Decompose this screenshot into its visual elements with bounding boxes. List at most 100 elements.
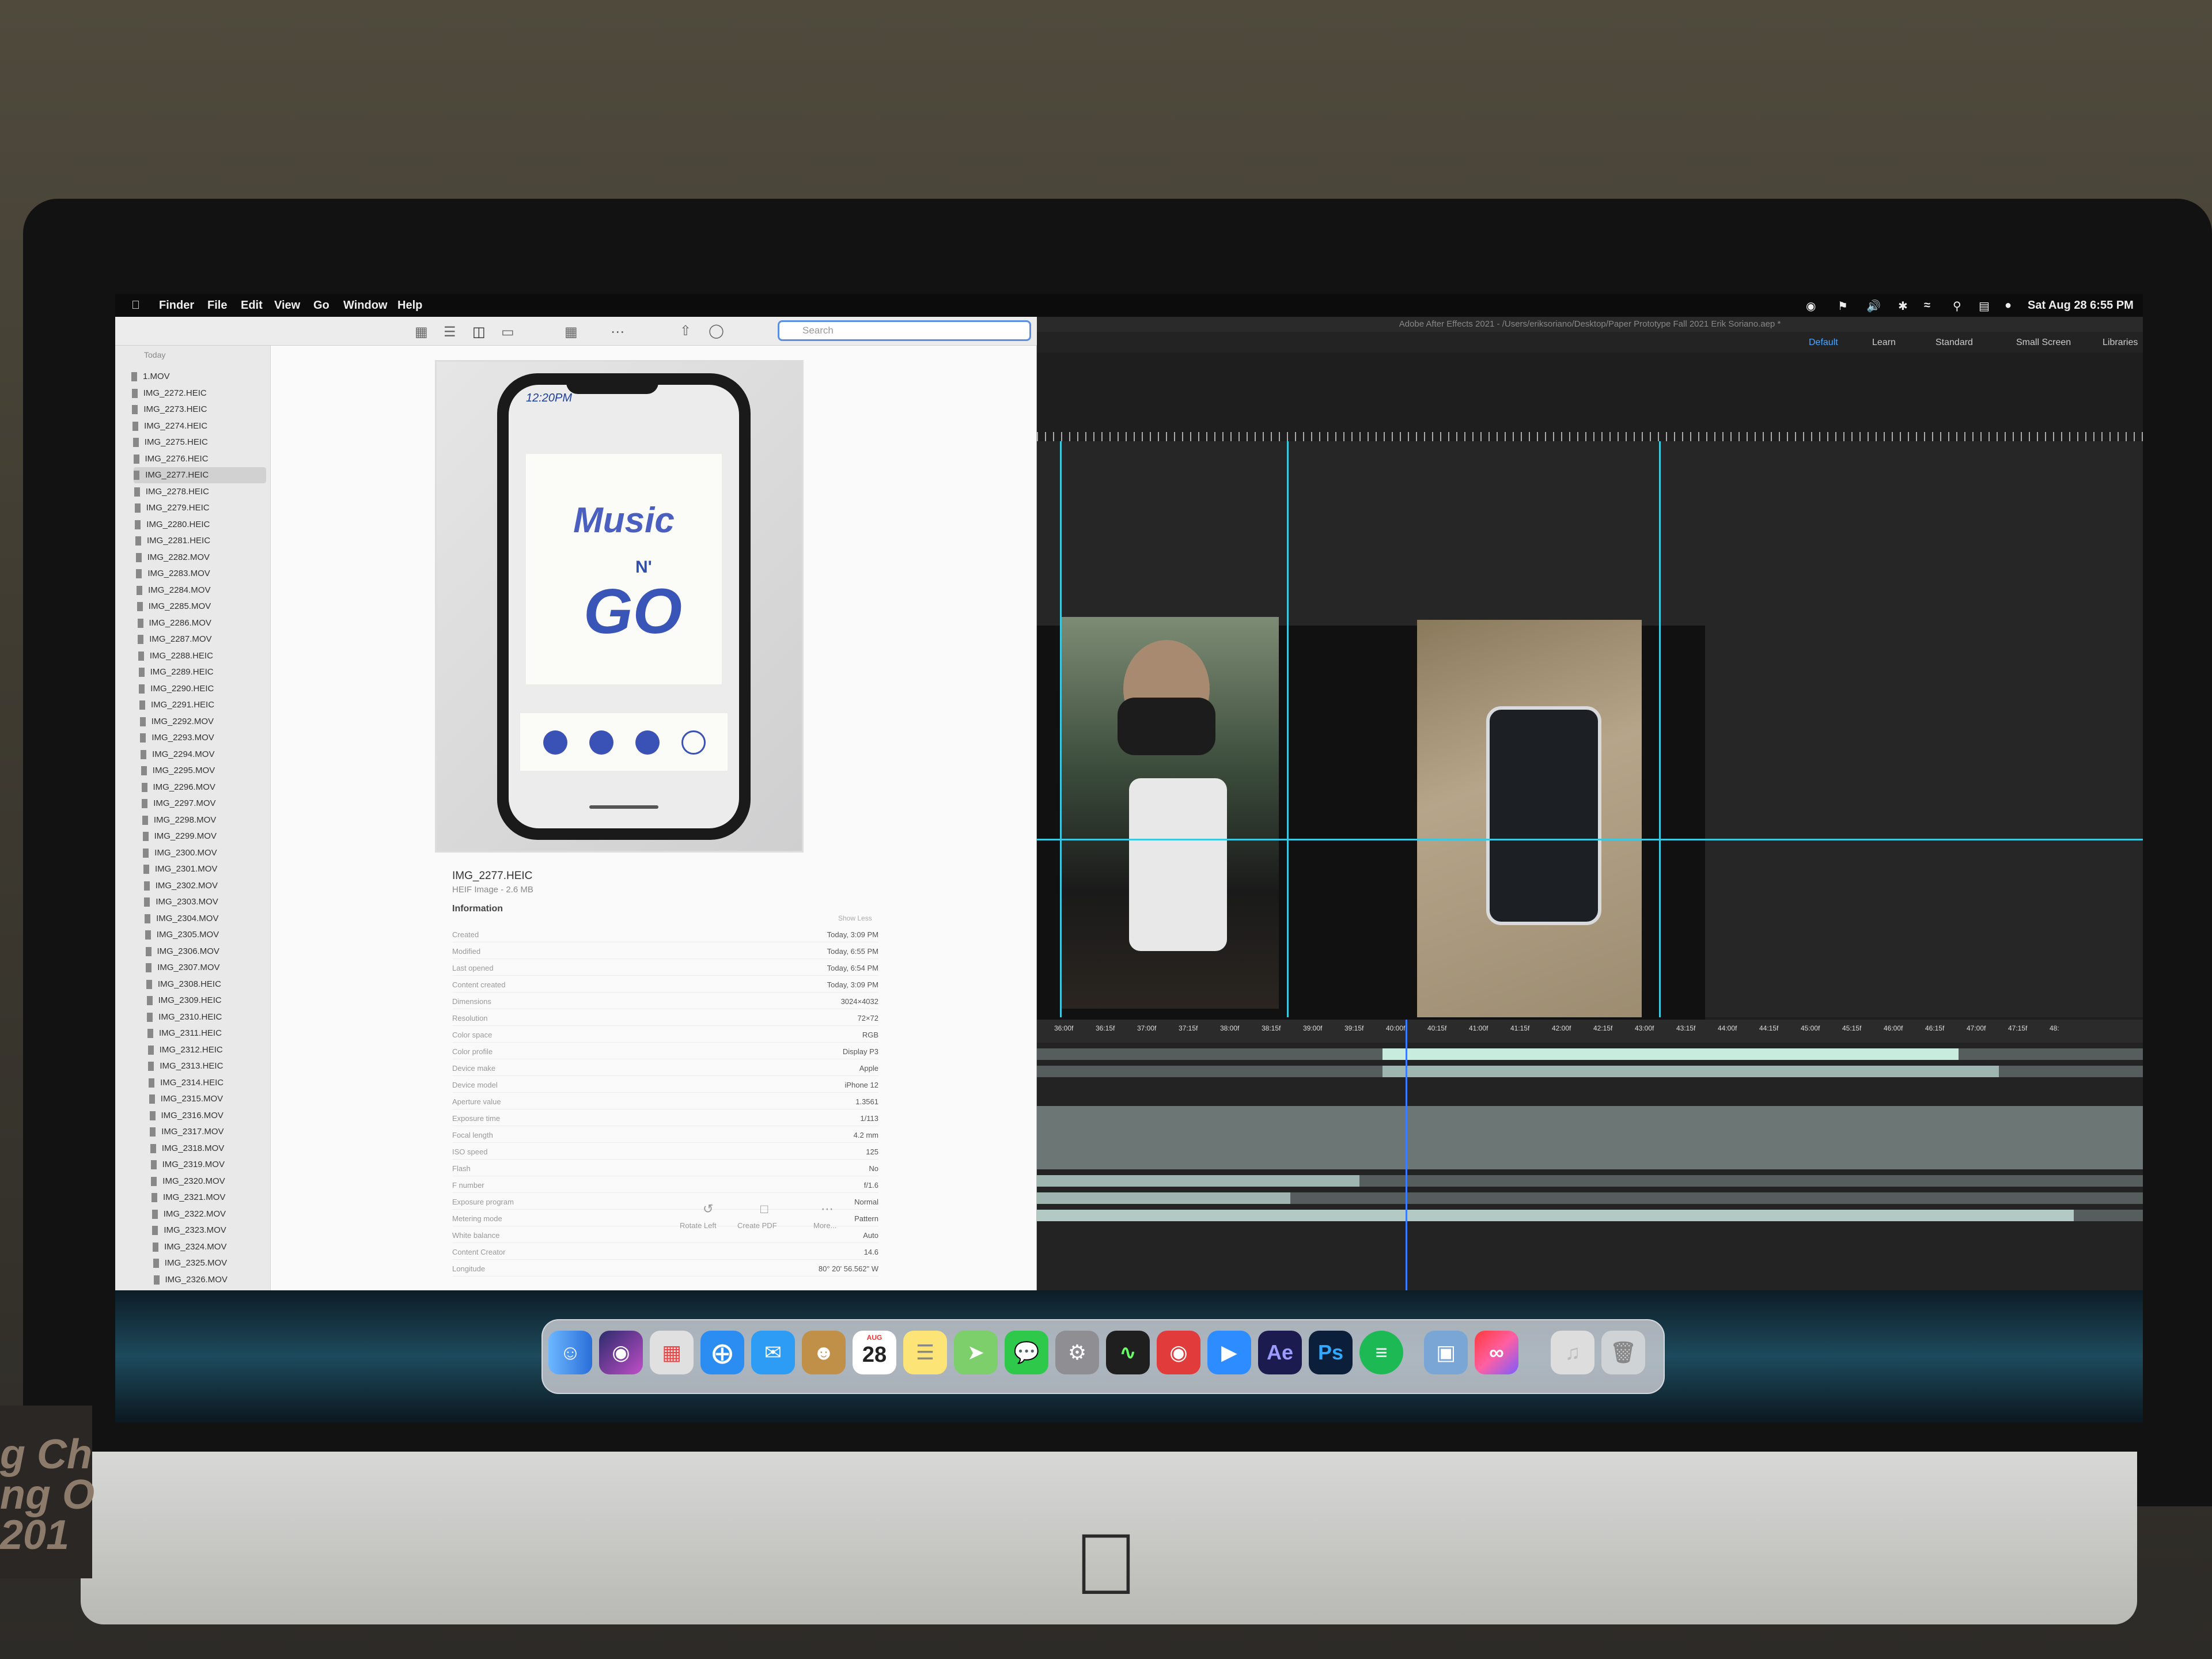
list-view-icon[interactable]: ☰ (444, 324, 456, 340)
file-list-item[interactable]: IMG_2283.MOV (136, 566, 268, 582)
menu-file[interactable]: File (207, 299, 227, 312)
file-list-item[interactable]: IMG_2321.MOV (151, 1190, 284, 1206)
activity-monitor-icon[interactable]: ∿ (1106, 1331, 1150, 1374)
file-list-item[interactable]: IMG_2302.MOV (143, 878, 276, 894)
file-list-item[interactable]: IMG_2281.HEIC (135, 533, 268, 549)
file-list-item[interactable]: IMG_2295.MOV (141, 763, 274, 779)
file-list-item[interactable]: IMG_2314.HEIC (149, 1075, 281, 1091)
layer-bar[interactable] (1037, 1175, 1359, 1187)
music-icon[interactable]: ♫ (1551, 1331, 1594, 1374)
photoshop-icon[interactable]: Ps (1309, 1331, 1353, 1374)
timeline-track[interactable] (1037, 1048, 2143, 1060)
siri-icon[interactable]: ● (2005, 299, 2012, 312)
file-list-item[interactable]: IMG_2274.HEIC (132, 418, 265, 434)
file-list-item[interactable]: IMG_2278.HEIC (134, 484, 267, 500)
file-list-item[interactable]: IMG_2326.MOV (153, 1272, 286, 1288)
volume-icon[interactable]: 🔊 (1866, 299, 1881, 313)
image-preview[interactable]: 12:20PM Music N' GO (435, 360, 804, 853)
creative-cloud-icon[interactable]: ◉ (1806, 299, 1816, 313)
menu-go[interactable]: Go (313, 299, 329, 312)
file-list-item[interactable]: IMG_2294.MOV (141, 747, 273, 763)
messages-icon[interactable]: 💬 (1005, 1331, 1048, 1374)
file-list-item[interactable]: IMG_2311.HEIC (147, 1025, 280, 1041)
file-list-item[interactable]: IMG_2282.MOV (135, 550, 268, 566)
workspace-standard[interactable]: Standard (1936, 338, 1973, 348)
calendar-icon[interactable]: AUG 28 (853, 1331, 896, 1374)
file-list-item[interactable]: IMG_2293.MOV (140, 730, 272, 746)
file-list-item[interactable]: 1.MOV (131, 369, 264, 385)
group-icon[interactable]: ▦ (565, 324, 578, 340)
file-list-item[interactable]: IMG_2290.HEIC (139, 681, 271, 697)
safari-icon[interactable]: ⨁ (700, 1331, 744, 1374)
finder-icon[interactable]: ☺ (548, 1331, 592, 1374)
bluetooth-icon[interactable]: ✱ (1898, 299, 1908, 313)
more-button[interactable]: More... (813, 1221, 836, 1230)
wifi-icon[interactable]: ≈ (1924, 299, 1930, 312)
file-list-item[interactable]: IMG_2306.MOV (145, 944, 278, 960)
gallery-view-icon[interactable]: ▭ (501, 324, 514, 340)
file-list-item[interactable]: IMG_2286.MOV (137, 615, 270, 631)
photo-booth-icon[interactable]: ◉ (1157, 1331, 1200, 1374)
trash-icon[interactable]: 🗑 (1601, 1331, 1645, 1374)
file-list-item[interactable]: IMG_2318.MOV (150, 1141, 283, 1157)
contacts-icon[interactable]: ☻ (802, 1331, 846, 1374)
file-list-item[interactable]: IMG_2292.MOV (139, 714, 272, 730)
file-list-item[interactable]: IMG_2322.MOV (151, 1206, 285, 1222)
file-list-item[interactable]: IMG_2304.MOV (145, 911, 277, 927)
menu-finder[interactable]: Finder (159, 299, 194, 312)
action-icon[interactable]: ⋯ (611, 324, 624, 340)
preview-icon[interactable]: ▣ (1424, 1331, 1468, 1374)
layer-bar[interactable] (1037, 1210, 2074, 1221)
file-list-item[interactable]: IMG_2297.MOV (142, 796, 274, 812)
apple-menu-icon[interactable]:  (131, 299, 140, 312)
menu-view[interactable]: View (274, 299, 300, 312)
file-list-item[interactable]: IMG_2275.HEIC (132, 434, 266, 450)
file-list-item[interactable]: IMG_2287.MOV (138, 631, 270, 647)
workspace-default[interactable]: Default (1809, 338, 1838, 348)
workspace-learn[interactable]: Learn (1872, 338, 1896, 348)
system-preferences-icon[interactable]: ⚙ (1055, 1331, 1099, 1374)
file-list-item[interactable]: IMG_2303.MOV (144, 894, 276, 910)
file-list-item[interactable]: IMG_2300.MOV (143, 845, 275, 861)
more-icon[interactable]: ⋯ (821, 1202, 834, 1217)
file-list-item[interactable]: IMG_2298.MOV (142, 812, 275, 828)
rotate-left-button[interactable]: Rotate Left (680, 1221, 717, 1230)
menu-window[interactable]: Window (343, 299, 387, 312)
file-list-item[interactable]: IMG_2313.HEIC (148, 1058, 281, 1074)
launchpad-icon[interactable]: ▦ (650, 1331, 694, 1374)
file-list-item[interactable]: IMG_2305.MOV (145, 927, 278, 943)
flag-icon[interactable]: ⚑ (1838, 299, 1848, 313)
file-list-item[interactable]: IMG_2320.MOV (151, 1173, 283, 1190)
maps-icon[interactable]: ➤ (954, 1331, 998, 1374)
search-icon[interactable]: ⚲ (1953, 299, 1961, 313)
file-list-item[interactable]: IMG_2308.HEIC (146, 976, 279, 993)
menu-help[interactable]: Help (397, 299, 422, 312)
file-list-item[interactable]: IMG_2291.HEIC (139, 697, 272, 713)
creative-cloud-dock-icon[interactable]: ∞ (1475, 1331, 1518, 1374)
file-list-item[interactable]: IMG_2279.HEIC (134, 500, 267, 516)
file-list-item[interactable]: IMG_2319.MOV (150, 1157, 283, 1173)
workspace-small-screen[interactable]: Small Screen (2016, 338, 2071, 348)
file-list-item[interactable]: IMG_2277.HEIC (134, 467, 267, 483)
create-pdf-button[interactable]: Create PDF (737, 1221, 777, 1230)
timeline-track[interactable] (1037, 1106, 2143, 1169)
control-center-icon[interactable]: ▤ (1979, 299, 1990, 313)
file-list-item[interactable]: IMG_2272.HEIC (131, 385, 264, 402)
guide-line[interactable] (1060, 441, 1062, 1017)
current-time-indicator[interactable] (1406, 1020, 1407, 1290)
file-list-item[interactable]: IMG_2324.MOV (153, 1239, 285, 1255)
file-list-item[interactable]: IMG_2299.MOV (142, 828, 275, 844)
spotify-icon[interactable]: ≡ (1359, 1331, 1403, 1374)
icon-view-icon[interactable]: ▦ (415, 324, 428, 340)
file-list-item[interactable]: IMG_2317.MOV (150, 1124, 282, 1140)
file-list-item[interactable]: IMG_2325.MOV (153, 1255, 286, 1271)
mail-icon[interactable]: ✉ (751, 1331, 795, 1374)
layer-selfie-photo[interactable] (1060, 617, 1279, 1009)
timeline-ruler[interactable]: 36:00f 36:15f 37:00f 37:15f 38:00f 38:15f 39:0… (1037, 1020, 2143, 1043)
guide-line[interactable] (1659, 441, 1661, 1017)
file-list-item[interactable]: IMG_2301.MOV (143, 861, 276, 877)
search-input[interactable]: Search (778, 320, 1031, 341)
pdf-icon[interactable]: □ (760, 1202, 768, 1217)
file-list-item[interactable]: IMG_2310.HEIC (147, 1009, 279, 1025)
zoom-icon[interactable]: ▶ (1207, 1331, 1251, 1374)
